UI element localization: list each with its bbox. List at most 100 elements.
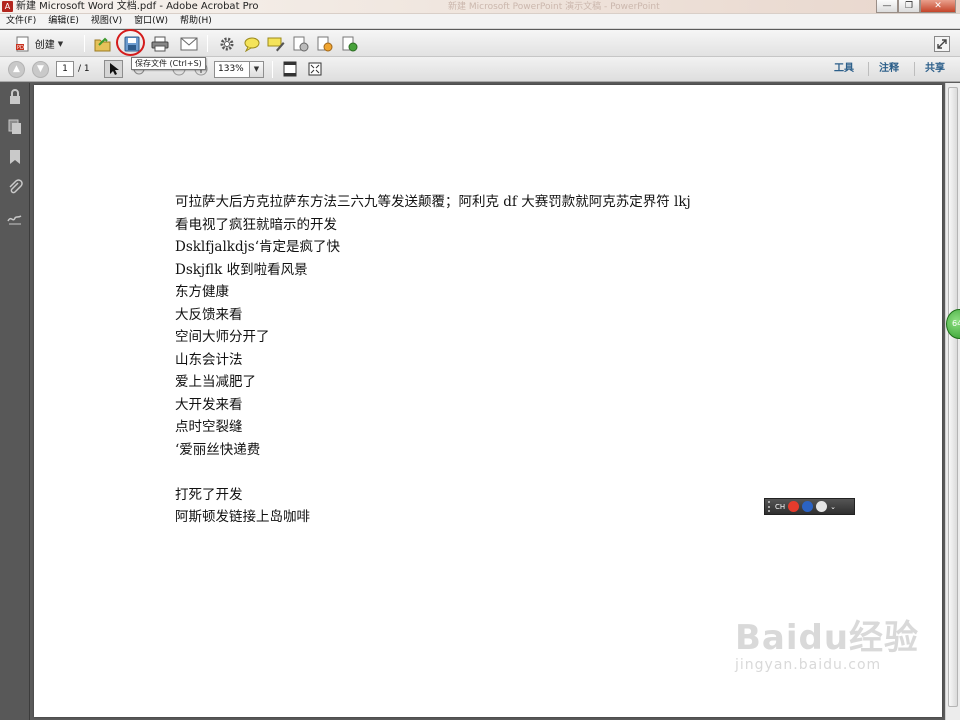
gear-icon bbox=[220, 37, 234, 50]
text-line: Dsklfjalkdjs‘肯定是疯了快 bbox=[175, 239, 341, 255]
sogou-logo-icon[interactable] bbox=[788, 501, 800, 512]
open-button[interactable] bbox=[92, 34, 114, 53]
create-button[interactable]: PDF 创建 ▼ bbox=[6, 34, 72, 53]
create-pdf-icon: PDF bbox=[15, 36, 29, 51]
text-line: 可拉萨大后方克拉萨东方法三六九等发送颠覆；阿利克 df 大赛罚款就阿克苏定界符 … bbox=[175, 194, 691, 210]
menu-file[interactable]: 文件(F) bbox=[6, 14, 36, 28]
printer-icon bbox=[151, 36, 169, 51]
highlight-button[interactable] bbox=[265, 34, 287, 53]
text-line: ‘爱丽丝快递费 bbox=[175, 441, 261, 458]
pages-icon[interactable] bbox=[7, 119, 23, 135]
text-line: Dskjflk 收到啦看风景 bbox=[175, 261, 308, 278]
text-line: 山东会计法 bbox=[175, 351, 243, 368]
scrollbar-thumb[interactable] bbox=[948, 87, 958, 707]
text-line: 大反馈来看 bbox=[175, 306, 243, 323]
print-button[interactable] bbox=[149, 34, 171, 53]
menu-edit[interactable]: 编辑(E) bbox=[48, 14, 79, 28]
link-separator bbox=[868, 62, 869, 76]
help-icon[interactable] bbox=[802, 501, 814, 512]
minimize-button[interactable]: — bbox=[876, 0, 898, 13]
title-bar: A 新建 Microsoft Word 文档.pdf - Adobe Acrob… bbox=[0, 0, 960, 14]
export-button[interactable] bbox=[314, 34, 336, 53]
highlighter-icon bbox=[267, 37, 285, 51]
text-line: 爱上当减肥了 bbox=[175, 374, 256, 390]
chevron-down-icon: ▼ bbox=[253, 65, 260, 73]
document-stamp-icon bbox=[293, 36, 309, 51]
microphone-icon[interactable] bbox=[816, 501, 828, 512]
text-line: 打死了开发 bbox=[175, 486, 243, 503]
svg-text:PDF: PDF bbox=[17, 45, 27, 51]
text-line: 空间大师分开了 bbox=[175, 329, 270, 345]
text-line: 点时空裂缝 bbox=[175, 419, 243, 435]
toolbar-separator bbox=[272, 61, 273, 78]
next-page-button[interactable]: ▼ bbox=[32, 61, 49, 78]
document-text: 可拉萨大后方克拉萨东方法三六九等发送颠覆；阿利克 df 大赛罚款就阿克苏定界符 … bbox=[175, 191, 691, 529]
window-title: 新建 Microsoft Word 文档.pdf - Adobe Acrobat… bbox=[16, 1, 259, 12]
cursor-arrow-icon bbox=[110, 63, 119, 75]
share-link[interactable]: 共享 bbox=[925, 61, 945, 77]
text-line: 东方健康 bbox=[175, 284, 229, 300]
fit-page-icon bbox=[283, 61, 297, 77]
full-screen-button[interactable] bbox=[306, 60, 324, 78]
tools-link[interactable]: 工具 bbox=[834, 61, 854, 77]
close-button[interactable]: ✕ bbox=[920, 0, 956, 13]
watermark-logo-text: Baidu经验 bbox=[735, 618, 920, 658]
navigation-pane bbox=[0, 83, 30, 720]
baidu-watermark: Baidu经验 jingyan.baidu.com bbox=[735, 610, 919, 673]
comment-button[interactable] bbox=[241, 34, 263, 53]
ime-language-label[interactable]: CH bbox=[775, 503, 785, 511]
acrobat-app-icon: A bbox=[2, 1, 13, 12]
text-line bbox=[175, 461, 691, 484]
zoom-level-input[interactable]: 133% bbox=[214, 61, 250, 78]
open-folder-icon bbox=[94, 37, 111, 51]
toolbar-separator bbox=[84, 35, 85, 52]
bookmark-icon[interactable] bbox=[7, 149, 23, 165]
page-number-input[interactable]: 1 bbox=[56, 61, 74, 77]
text-line: 看电视了疯狂就暗示的开发 bbox=[175, 216, 337, 233]
main-toolbar: PDF 创建 ▼ bbox=[0, 30, 960, 57]
full-screen-icon bbox=[308, 62, 322, 76]
maximize-button[interactable]: ❐ bbox=[898, 0, 920, 13]
create-label: 创建 bbox=[34, 40, 55, 51]
document-share-icon bbox=[342, 36, 358, 51]
menu-view[interactable]: 视图(V) bbox=[91, 14, 122, 28]
stamp-button[interactable] bbox=[290, 34, 312, 53]
expand-arrows-icon bbox=[934, 35, 950, 52]
arrow-up-icon: ▲ bbox=[13, 64, 20, 74]
toolbar-separator bbox=[207, 35, 208, 52]
link-separator bbox=[914, 62, 915, 76]
menu-help[interactable]: 帮助(H) bbox=[180, 14, 212, 28]
envelope-icon bbox=[180, 37, 198, 50]
text-line: 阿斯顿发链接上岛咖啡 bbox=[175, 509, 310, 525]
select-tool-button[interactable] bbox=[104, 60, 123, 78]
drag-handle-icon[interactable] bbox=[768, 501, 772, 512]
vertical-scrollbar[interactable] bbox=[945, 83, 960, 720]
chevron-down-icon: ▼ bbox=[57, 39, 64, 48]
share-file-button[interactable] bbox=[339, 34, 361, 53]
chevron-down-icon[interactable]: ⌄ bbox=[830, 503, 836, 511]
previous-page-button[interactable]: ▲ bbox=[8, 61, 25, 78]
watermark-url: jingyan.baidu.com bbox=[735, 657, 882, 673]
speech-bubble-icon bbox=[244, 37, 260, 52]
document-export-icon bbox=[317, 36, 333, 51]
lock-icon[interactable] bbox=[7, 89, 23, 105]
comment-link[interactable]: 注释 bbox=[879, 61, 899, 77]
menu-bar: 文件(F) 编辑(E) 视图(V) 窗口(W) 帮助(H) bbox=[0, 14, 960, 29]
fit-page-button[interactable] bbox=[281, 60, 299, 78]
arrow-down-icon: ▼ bbox=[37, 64, 44, 74]
email-button[interactable] bbox=[178, 34, 200, 53]
window-controls: — ❐ ✕ bbox=[876, 0, 956, 14]
settings-button[interactable] bbox=[216, 34, 238, 53]
save-button[interactable] bbox=[121, 34, 143, 53]
menu-window[interactable]: 窗口(W) bbox=[134, 14, 168, 28]
expand-button[interactable] bbox=[932, 34, 952, 53]
signature-icon[interactable] bbox=[7, 209, 23, 225]
paperclip-icon[interactable] bbox=[7, 179, 23, 195]
text-line: 大开发来看 bbox=[175, 396, 243, 413]
save-disk-icon bbox=[124, 36, 140, 51]
save-tooltip: 保存文件 (Ctrl+S) bbox=[131, 57, 206, 70]
ime-toolbar: CH ⌄ bbox=[764, 498, 855, 515]
zoom-dropdown-button[interactable]: ▼ bbox=[250, 61, 264, 78]
background-window-title: 新建 Microsoft PowerPoint 演示文稿 - PowerPoin… bbox=[448, 2, 660, 12]
acrobat-window: A 新建 Microsoft Word 文档.pdf - Adobe Acrob… bbox=[0, 0, 960, 720]
